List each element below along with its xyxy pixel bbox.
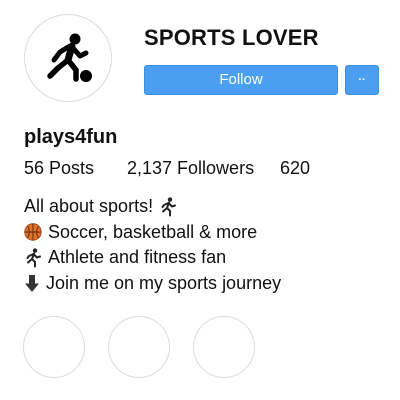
running-person-icon — [161, 197, 177, 217]
soccer-player-icon — [47, 33, 92, 82]
posts-count[interactable]: 56 Posts — [24, 156, 94, 180]
basketball-icon — [24, 223, 42, 241]
bio-text: Join me on my sports journey — [46, 272, 282, 293]
followers-count[interactable]: 2,137 Followers — [127, 156, 254, 180]
bio-line: Join me on my sports journey — [24, 271, 281, 297]
story-highlight[interactable] — [108, 316, 170, 378]
bio-text: All about sports! — [24, 196, 154, 216]
more-options-button[interactable]: ·· — [345, 65, 379, 95]
following-count[interactable]: 620 — [280, 156, 310, 180]
bio-line: Athlete and fitness fan — [24, 245, 281, 271]
story-highlight[interactable] — [193, 316, 255, 378]
running-person-icon — [26, 248, 41, 268]
bio-line: All about sports! — [24, 194, 281, 220]
bio: All about sports! Soccer, basketball & m… — [24, 194, 281, 296]
display-name: SPORTS LOVER — [144, 25, 319, 50]
follow-button[interactable]: Follow — [144, 65, 338, 95]
down-arrow-icon — [25, 274, 39, 292]
bio-line: Soccer, basketball & more — [24, 220, 281, 246]
story-highlight[interactable] — [23, 316, 85, 378]
bio-text: Athlete and fitness fan — [48, 247, 227, 267]
username: plays4fun — [24, 126, 118, 148]
profile-avatar[interactable] — [24, 14, 112, 102]
bio-text: Soccer, basketball & more — [48, 221, 258, 242]
